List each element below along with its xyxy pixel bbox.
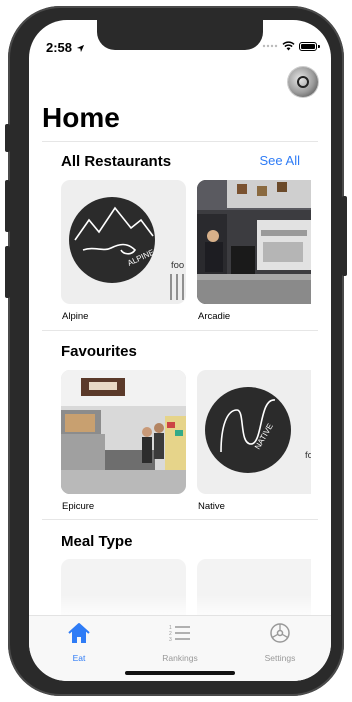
battery-level xyxy=(301,43,315,49)
divider xyxy=(42,141,318,142)
food-text: fo xyxy=(305,450,311,461)
tab-rankings[interactable]: 1 2 3 Rankings xyxy=(145,622,215,663)
restaurant-card-native[interactable]: NATIVE fo Native xyxy=(197,370,311,512)
restaurant-name: Epicure xyxy=(62,501,95,512)
see-all-link[interactable]: See All xyxy=(260,153,300,168)
divider xyxy=(42,330,318,331)
restaurant-name: Arcadie xyxy=(198,311,231,322)
food-text: foo xyxy=(171,260,185,271)
signal-dots-icon xyxy=(262,44,278,48)
device-silent-switch xyxy=(5,124,10,152)
divider xyxy=(42,519,318,520)
tab-settings[interactable]: Settings xyxy=(245,622,315,663)
location-arrow-icon xyxy=(76,44,84,53)
wifi-icon xyxy=(282,41,295,51)
section-title-favourites: Favourites xyxy=(61,343,137,360)
alpine-logo: ALPINE xyxy=(69,197,184,300)
restaurant-image: ALPINE foo xyxy=(61,180,186,304)
device-volume-down-button xyxy=(5,246,10,298)
device-power-button xyxy=(342,196,347,276)
gear-icon xyxy=(270,623,290,643)
tab-label: Rankings xyxy=(162,653,198,663)
tab-eat[interactable]: Eat xyxy=(44,622,114,663)
battery-icon xyxy=(299,41,320,51)
arcadie-photo xyxy=(197,180,311,304)
page-title: Home xyxy=(42,102,120,133)
section-title-all-restaurants: All Restaurants xyxy=(61,153,172,170)
app-screen: 2:58 Home All Restaurants See All ALPINE xyxy=(29,20,331,681)
notch xyxy=(97,20,263,50)
section-title-meal-type: Meal Type xyxy=(61,533,133,550)
avatar-image xyxy=(297,76,309,88)
profile-avatar[interactable] xyxy=(288,67,318,97)
restaurant-card-epicure[interactable]: Epicure xyxy=(61,370,186,512)
device-volume-up-button xyxy=(5,180,10,232)
status-time: 2:58 xyxy=(46,40,85,55)
restaurant-image: NATIVE fo xyxy=(197,370,311,494)
restaurant-name: Native xyxy=(198,501,225,512)
restaurant-card-alpine[interactable]: ALPINE foo Alpine xyxy=(61,180,186,322)
svg-text:3: 3 xyxy=(169,637,172,643)
epicure-photo xyxy=(61,370,186,494)
status-indicators xyxy=(262,41,320,51)
home-indicator[interactable] xyxy=(125,671,235,675)
home-icon xyxy=(68,623,90,643)
restaurant-card-arcadie[interactable]: Arcadie xyxy=(197,180,311,322)
tab-label: Eat xyxy=(72,653,86,663)
restaurant-image xyxy=(197,180,311,304)
scroll-fade xyxy=(29,595,331,617)
tab-label: Settings xyxy=(264,653,296,663)
list-icon: 1 2 3 xyxy=(169,625,190,643)
native-logo: NATIVE xyxy=(205,387,291,473)
restaurant-image xyxy=(61,370,186,494)
status-time-text: 2:58 xyxy=(46,40,73,55)
restaurant-name: Alpine xyxy=(62,311,89,322)
